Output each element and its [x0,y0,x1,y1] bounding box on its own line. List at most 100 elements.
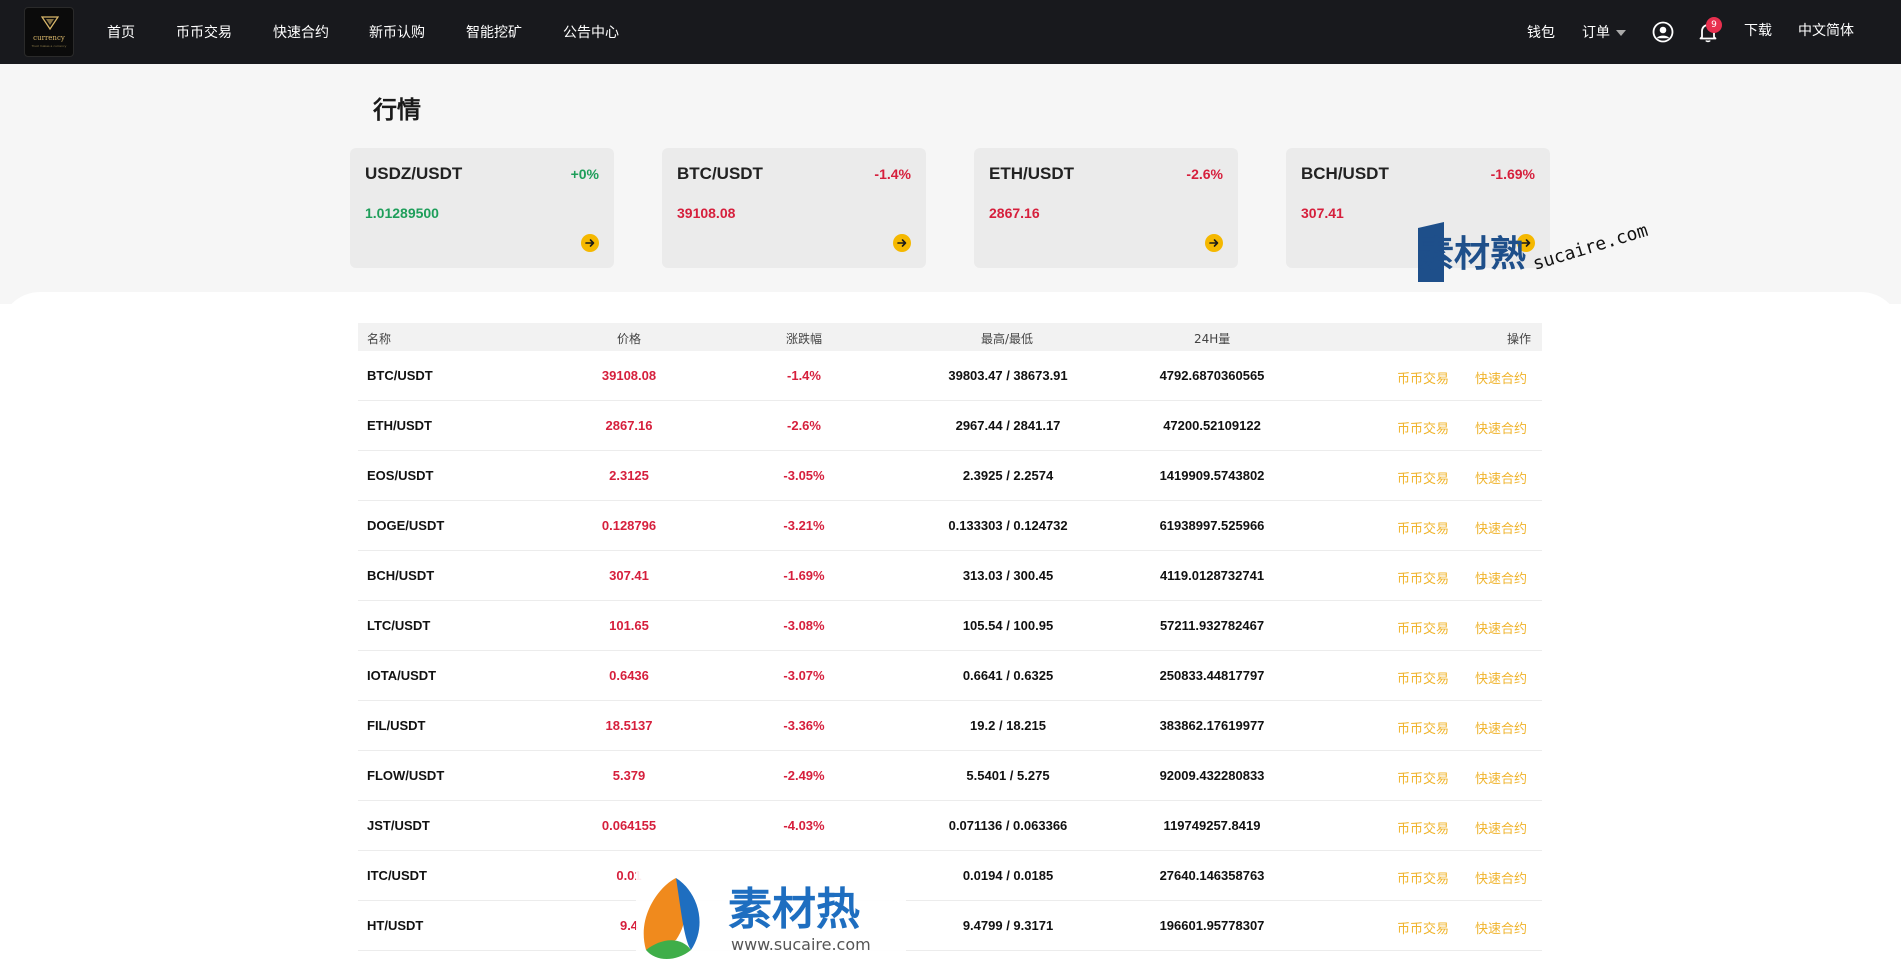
row-high-low: 0.0194 / 0.0185 [962,868,1054,883]
row-volume: 92009.432280833 [1159,768,1265,783]
spot-trade-link[interactable]: 币币交易 [1397,868,1449,887]
spot-trade-link[interactable]: 币币交易 [1397,418,1449,437]
quick-contract-link[interactable]: 快速合约 [1475,568,1527,587]
quick-contract-link[interactable]: 快速合约 [1475,518,1527,537]
row-high-low: 5.5401 / 5.275 [966,768,1050,783]
table-header: 名称 价格 涨跌幅 最高/最低 24H量 操作 [358,323,1542,351]
row-price: 0.6436 [609,668,649,683]
quick-contract-link[interactable]: 快速合约 [1475,918,1527,937]
logo-brand-text: currency [33,34,65,42]
row-high-low: 0.133303 / 0.124732 [948,518,1068,533]
row-change: -4.03% [783,818,825,833]
table-row[interactable]: EOS/USDT 2.3125 -3.05% 2.3925 / 2.2574 14199… [358,451,1542,501]
row-price: 2.3125 [609,468,649,483]
row-high-low: 0.071136 / 0.063366 [948,818,1068,833]
row-price: 18.5137 [605,718,653,733]
card-change: -2.6% [1186,166,1223,182]
table-row[interactable]: HT/USDT 9.4 9.4799 / 9.3171 196601.95778307… [358,901,1542,951]
row-price: 0.064155 [601,818,657,833]
spot-trade-link[interactable]: 币币交易 [1397,918,1449,937]
spot-trade-link[interactable]: 币币交易 [1397,568,1449,587]
user-circle-icon[interactable] [1651,20,1675,44]
arrow-right-icon[interactable] [581,234,599,252]
spot-trade-link[interactable]: 币币交易 [1397,518,1449,537]
nav-quick-contract[interactable]: 快速合约 [273,22,329,42]
watermark-logo-bottom: 素材热 www.sucaire.com [636,870,906,967]
table-row[interactable]: BCH/USDT 307.41 -1.69% 313.03 / 300.45 4119.… [358,551,1542,601]
row-volume: 47200.52109122 [1163,418,1261,433]
card-change: +0% [570,166,599,182]
quick-contract-link[interactable]: 快速合约 [1475,668,1527,687]
card-pair: BCH/USDT [1301,164,1389,183]
card-price: 307.41 [1301,205,1344,221]
quick-contract-link[interactable]: 快速合约 [1475,468,1527,487]
watermark-logo-text: 素材熟 [1418,234,1526,275]
nav-new-coin-subscription[interactable]: 新币认购 [369,22,425,42]
arrow-right-icon[interactable] [893,234,911,252]
row-high-low: 2967.44 / 2841.17 [955,418,1061,433]
table-row[interactable]: BTC/USDT 39108.08 -1.4% 39803.47 / 38673.91… [358,351,1542,401]
col-volume: 24H量 [1194,332,1231,346]
quick-contract-link[interactable]: 快速合约 [1475,618,1527,637]
spot-trade-link[interactable]: 币币交易 [1397,368,1449,387]
wallet-link[interactable]: 钱包 [1527,22,1555,42]
quick-contract-link[interactable]: 快速合约 [1475,418,1527,437]
page-title: 行情 [373,96,421,124]
table-row[interactable]: FLOW/USDT 5.379 -2.49% 5.5401 / 5.275 92009.… [358,751,1542,801]
col-actions: 操作 [1507,332,1532,346]
table-row[interactable]: DOGE/USDT 0.128796 -3.21% 0.133303 / 0.1247… [358,501,1542,551]
table-row[interactable]: JST/USDT 0.064155 -4.03% 0.071136 / 0.06336… [358,801,1542,851]
quick-contract-link[interactable]: 快速合约 [1475,768,1527,787]
download-link[interactable]: 下载 [1744,20,1772,40]
row-price: 0.128796 [601,518,657,533]
orders-dropdown[interactable]: 订单 [1582,22,1626,42]
row-volume: 383862.17619977 [1159,718,1265,733]
spot-trade-link[interactable]: 币币交易 [1397,768,1449,787]
col-high-low: 最高/最低 [981,332,1034,346]
quick-contract-link[interactable]: 快速合约 [1475,718,1527,737]
language-selector[interactable]: 中文简体 [1798,20,1854,40]
nav-spot-trading[interactable]: 币币交易 [176,22,232,42]
logo-tagline: Trust makes a currency [31,44,67,48]
quick-contract-link[interactable]: 快速合约 [1475,368,1527,387]
row-high-low: 2.3925 / 2.2574 [962,468,1054,483]
table-row[interactable]: LTC/USDT 101.65 -3.08% 105.54 / 100.95 57211… [358,601,1542,651]
spot-trade-link[interactable]: 币币交易 [1397,468,1449,487]
quick-contract-link[interactable]: 快速合约 [1475,868,1527,887]
spot-trade-link[interactable]: 币币交易 [1397,718,1449,737]
row-volume: 1419909.5743802 [1159,468,1265,483]
row-pair: ITC/USDT [367,868,427,883]
row-volume: 250833.44817797 [1159,668,1265,683]
watermark-domain-text: sucaire.com [1530,222,1650,275]
row-volume: 27640.146358763 [1159,868,1265,883]
row-high-low: 19.2 / 18.215 [970,718,1046,733]
quick-contract-link[interactable]: 快速合约 [1475,818,1527,837]
arrow-right-icon[interactable] [1205,234,1223,252]
row-high-low: 313.03 / 300.45 [962,568,1054,583]
spot-trade-link[interactable]: 币币交易 [1397,818,1449,837]
row-pair: JST/USDT [367,818,430,833]
spot-trade-link[interactable]: 币币交易 [1397,668,1449,687]
market-card[interactable]: ETH/USDT -2.6% 2867.16 [974,148,1238,268]
row-change: -2.6% [787,418,821,433]
logo-mark-icon [41,16,59,30]
row-change: -3.36% [783,718,825,733]
table-row[interactable]: ITC/USDT 0.01 0.0194 / 0.0185 27640.1463587… [358,851,1542,901]
nav-announcements[interactable]: 公告中心 [563,22,619,42]
col-price: 价格 [617,332,642,346]
row-pair: ETH/USDT [367,418,432,433]
row-pair: BTC/USDT [367,368,433,383]
card-pair: ETH/USDT [989,164,1074,183]
row-volume: 4792.6870360565 [1159,368,1265,383]
row-high-low: 9.4799 / 9.3171 [962,918,1054,933]
table-row[interactable]: ETH/USDT 2867.16 -2.6% 2967.44 / 2841.17 472… [358,401,1542,451]
nav-home[interactable]: 首页 [107,22,135,42]
brand-logo[interactable]: currency Trust makes a currency [24,7,74,57]
col-change: 涨跌幅 [786,332,823,346]
table-row[interactable]: FIL/USDT 18.5137 -3.36% 19.2 / 18.215 383862… [358,701,1542,751]
table-row[interactable]: IOTA/USDT 0.6436 -3.07% 0.6641 / 0.6325 2508… [358,651,1542,701]
nav-smart-mining[interactable]: 智能挖矿 [466,22,522,42]
market-card[interactable]: BTC/USDT -1.4% 39108.08 [662,148,926,268]
market-card[interactable]: USDZ/USDT +0% 1.01289500 [350,148,614,268]
spot-trade-link[interactable]: 币币交易 [1397,618,1449,637]
